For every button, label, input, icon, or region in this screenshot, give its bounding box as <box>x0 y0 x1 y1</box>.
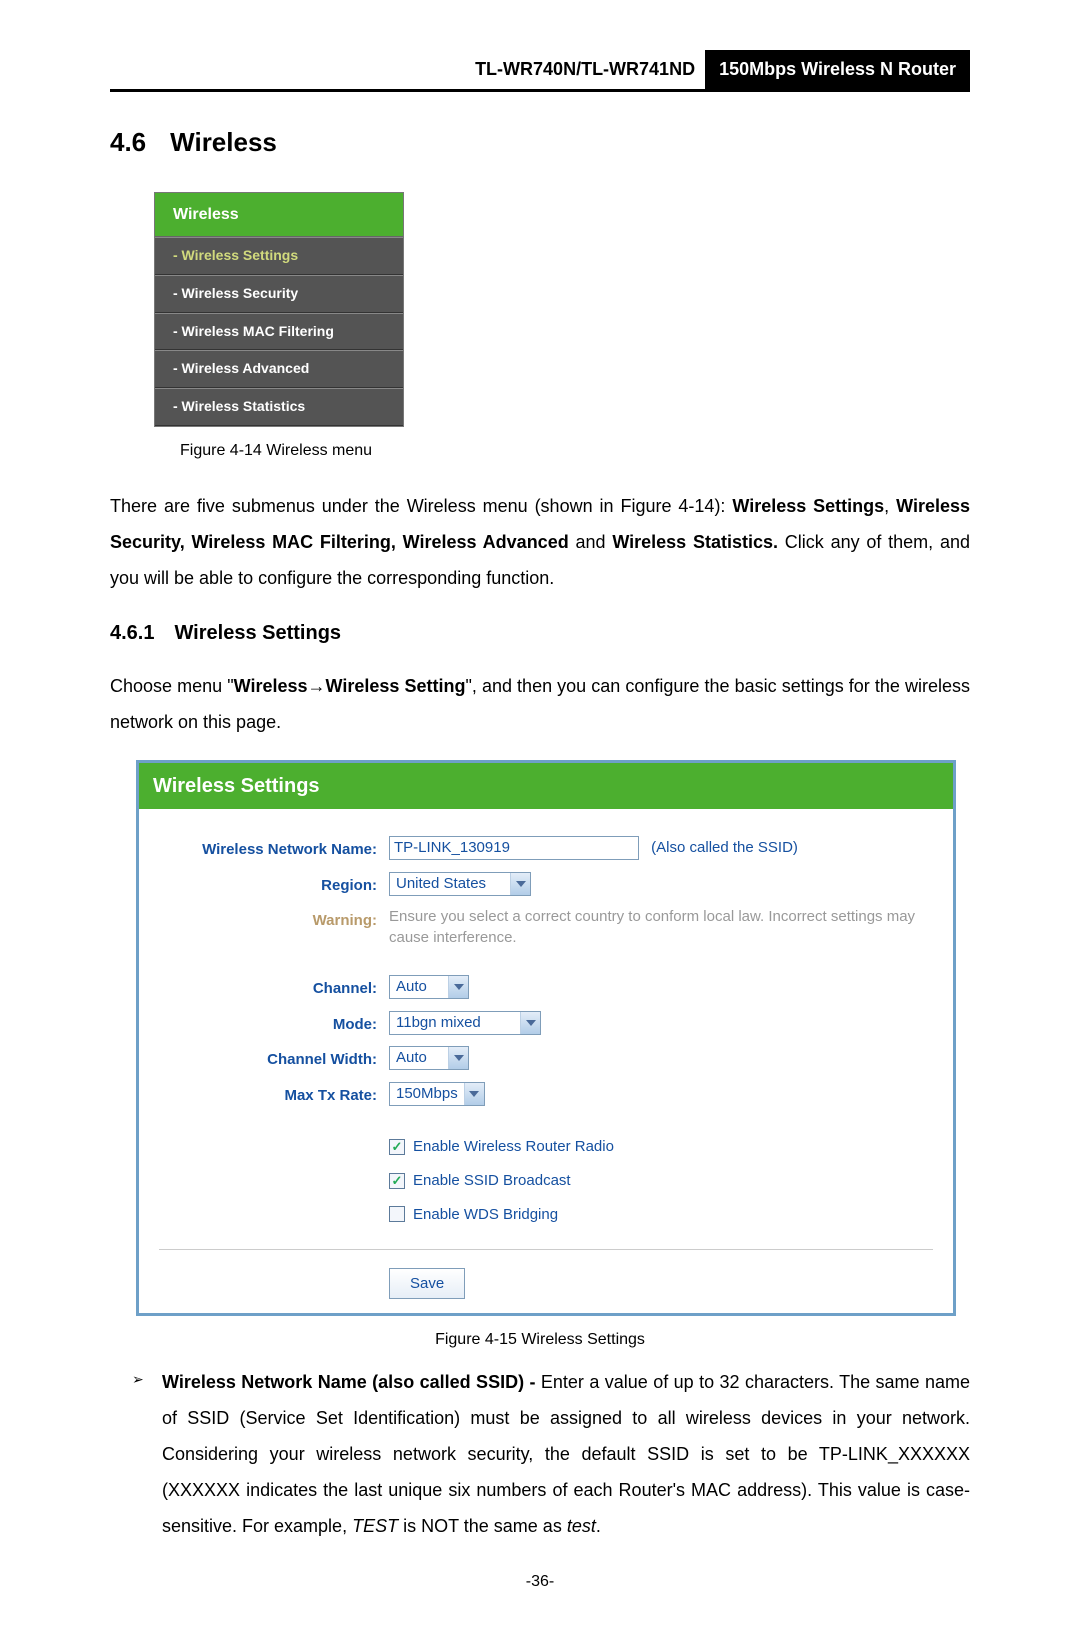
bullet-text: Wireless Network Name (also called SSID)… <box>162 1364 970 1544</box>
row-channel-width: Channel Width: Auto <box>159 1041 933 1077</box>
italic-text: TEST <box>352 1516 398 1536</box>
figure-ref: Figure 4-14 <box>620 496 714 516</box>
max-tx-rate-value: 150Mbps <box>390 1083 464 1105</box>
row-enable-radio: Enable Wireless Router Radio <box>159 1130 933 1164</box>
label-region: Region: <box>159 871 389 899</box>
wireless-menu: Wireless - Wireless Settings - Wireless … <box>154 192 404 427</box>
intro-paragraph: There are five submenus under the Wirele… <box>110 488 970 596</box>
bullet-ssid-description: ➢ Wireless Network Name (also called SSI… <box>132 1364 970 1544</box>
row-mode: Mode: 11bgn mixed <box>159 1006 933 1042</box>
label-channel: Channel: <box>159 974 389 1002</box>
row-max-tx-rate: Max Tx Rate: 150Mbps <box>159 1077 933 1113</box>
row-save: Save <box>159 1264 933 1304</box>
header-model: TL-WR740N/TL-WR741ND <box>110 50 705 89</box>
channel-width-select[interactable]: Auto <box>389 1046 469 1070</box>
bullet-marker: ➢ <box>132 1364 162 1544</box>
mode-value: 11bgn mixed <box>390 1012 520 1034</box>
row-enable-wds: Enable WDS Bridging <box>159 1198 933 1235</box>
chevron-down-icon <box>510 873 530 895</box>
row-warning: Warning: Ensure you select a correct cou… <box>159 902 933 952</box>
enable-ssid-broadcast-label: Enable SSID Broadcast <box>413 1168 571 1194</box>
channel-value: Auto <box>390 976 448 998</box>
enable-radio-label: Enable Wireless Router Radio <box>413 1134 614 1160</box>
figure-4-15-caption: Figure 4-15 Wireless Settings <box>110 1326 970 1353</box>
bold-text: Wireless Setting <box>326 676 466 696</box>
chevron-down-icon <box>448 1047 468 1069</box>
enable-radio-checkbox[interactable] <box>389 1139 405 1155</box>
italic-text: test <box>567 1516 596 1536</box>
region-value: United States <box>390 873 510 895</box>
menu-header: Wireless <box>155 193 403 237</box>
menu-item-wireless-settings[interactable]: - Wireless Settings <box>155 237 403 275</box>
text: Enter a value of up to 32 characters. Th… <box>162 1372 970 1536</box>
section-heading: 4.6 Wireless <box>110 120 970 164</box>
label-mode: Mode: <box>159 1010 389 1038</box>
text: , <box>884 496 896 516</box>
subsection-title-text: Wireless Settings <box>174 622 341 644</box>
page-header: TL-WR740N/TL-WR741ND 150Mbps Wireless N … <box>110 50 970 92</box>
bold-text: Wireless Settings <box>732 496 884 516</box>
bold-text: Wireless Network Name (also called SSID)… <box>162 1372 535 1392</box>
label-max-tx-rate: Max Tx Rate: <box>159 1081 389 1109</box>
figure-4-14-caption: Figure 4-14 Wireless menu <box>180 437 970 464</box>
bold-text: Wireless Statistics. <box>612 532 778 552</box>
header-product: 150Mbps Wireless N Router <box>705 50 970 89</box>
text: Choose menu " <box>110 676 234 696</box>
mode-select[interactable]: 11bgn mixed <box>389 1011 541 1035</box>
region-select[interactable]: United States <box>389 872 531 896</box>
panel-title: Wireless Settings <box>139 763 953 809</box>
text: and <box>569 532 613 552</box>
divider <box>159 1249 933 1250</box>
chevron-down-icon <box>448 976 468 998</box>
chevron-down-icon <box>464 1083 484 1105</box>
menu-item-wireless-statistics[interactable]: - Wireless Statistics <box>155 388 403 426</box>
text: is NOT the same as <box>398 1516 567 1536</box>
choose-menu-paragraph: Choose menu "Wireless→Wireless Setting",… <box>110 668 970 740</box>
row-region: Region: United States <box>159 867 933 903</box>
enable-wds-label: Enable WDS Bridging <box>413 1202 558 1228</box>
text: . <box>596 1516 601 1536</box>
text: ): <box>714 496 732 516</box>
save-button[interactable]: Save <box>389 1268 465 1300</box>
section-title-text: Wireless <box>170 127 277 157</box>
section-number: 4.6 <box>110 127 146 157</box>
channel-select[interactable]: Auto <box>389 975 469 999</box>
row-channel: Channel: Auto <box>159 970 933 1006</box>
arrow: → <box>308 676 326 696</box>
wireless-menu-figure: Wireless - Wireless Settings - Wireless … <box>154 192 970 427</box>
wireless-settings-panel: Wireless Settings Wireless Network Name:… <box>136 760 956 1316</box>
subsection-heading: 4.6.1 Wireless Settings <box>110 616 970 650</box>
row-enable-ssid-broadcast: Enable SSID Broadcast <box>159 1164 933 1198</box>
menu-item-wireless-security[interactable]: - Wireless Security <box>155 275 403 313</box>
text: There are five submenus under the Wirele… <box>110 496 620 516</box>
bold-text: Wireless <box>234 676 308 696</box>
label-ssid: Wireless Network Name: <box>159 835 389 863</box>
chevron-down-icon <box>520 1012 540 1034</box>
panel-body: Wireless Network Name: (Also called the … <box>139 809 953 1313</box>
label-warning: Warning: <box>159 906 389 934</box>
menu-item-wireless-advanced[interactable]: - Wireless Advanced <box>155 350 403 388</box>
channel-width-value: Auto <box>390 1047 448 1069</box>
enable-ssid-broadcast-checkbox[interactable] <box>389 1173 405 1189</box>
page-number: -36- <box>110 1568 970 1595</box>
menu-item-wireless-mac-filtering[interactable]: - Wireless MAC Filtering <box>155 313 403 351</box>
ssid-hint: (Also called the SSID) <box>651 839 798 856</box>
ssid-input[interactable] <box>389 836 639 860</box>
max-tx-rate-select[interactable]: 150Mbps <box>389 1082 485 1106</box>
subsection-number: 4.6.1 <box>110 622 154 644</box>
warning-text: Ensure you select a correct country to c… <box>389 906 933 948</box>
row-ssid: Wireless Network Name: (Also called the … <box>159 831 933 867</box>
label-channel-width: Channel Width: <box>159 1045 389 1073</box>
enable-wds-checkbox[interactable] <box>389 1206 405 1222</box>
